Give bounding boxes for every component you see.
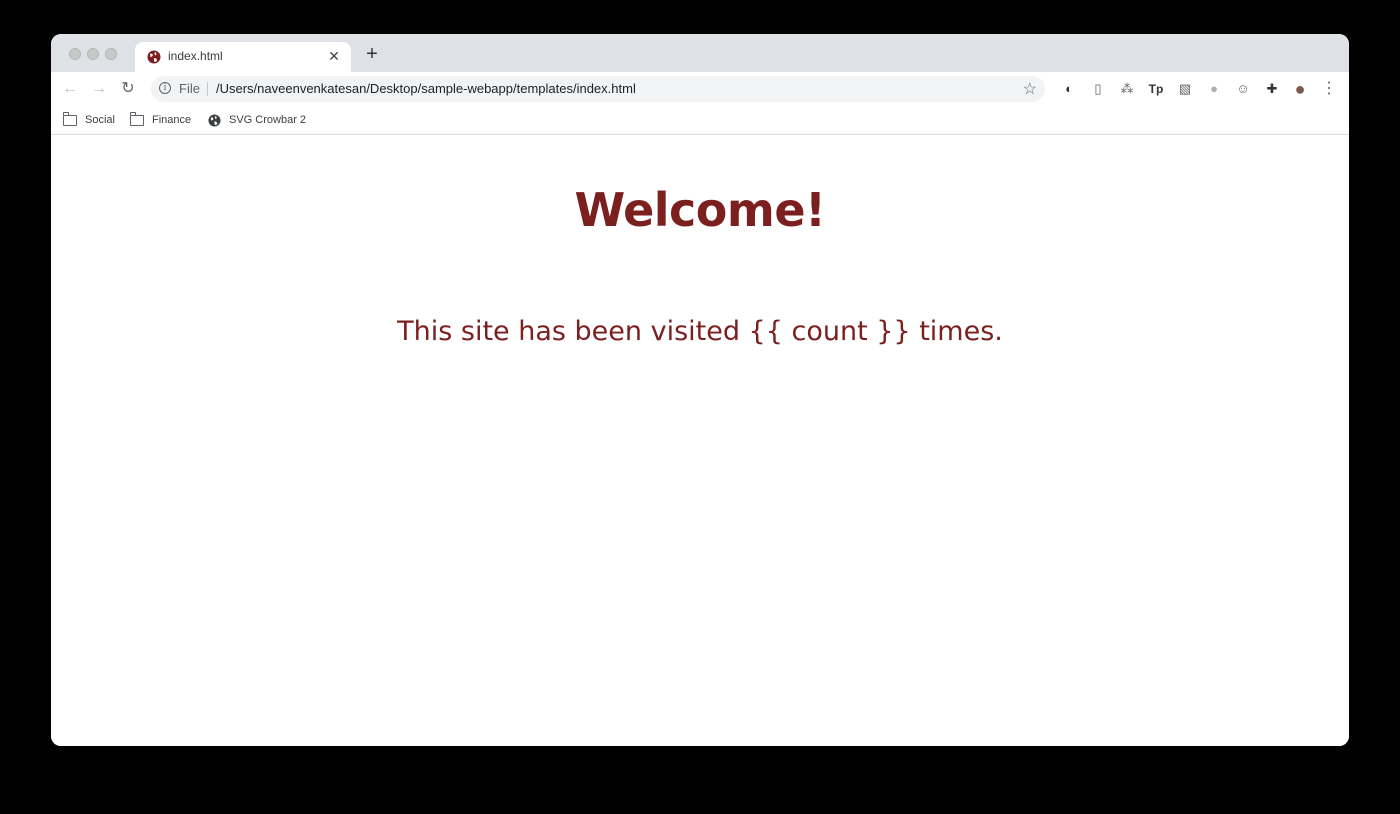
grid-extension-icon[interactable]: ▧ [1176,80,1194,98]
bookmarks-bar: Social Finance SVG Crowbar 2 [51,106,1349,135]
bookmark-label: Social [85,114,115,126]
shield-extension-icon[interactable]: ◐ [1060,80,1078,98]
globe-icon [147,50,161,64]
toolbar: ← → ↻ i File /Users/naveenvenkatesan/Des… [51,72,1349,106]
bookmark-label: Finance [152,114,192,126]
window-zoom-button[interactable] [105,48,117,60]
info-icon[interactable]: i [159,82,171,94]
tab-close-icon[interactable]: ✕ [327,49,341,63]
folder-icon [129,111,144,126]
globe-icon [208,113,221,127]
translate-extension-icon[interactable]: ⁂ [1118,80,1136,98]
bookmark-finance[interactable]: Finance [129,111,192,129]
bookmark-svg-crowbar[interactable]: SVG Crowbar 2 [208,111,306,129]
bookmark-social[interactable]: Social [62,111,115,129]
forward-button[interactable]: → [89,79,109,99]
scheme-label: File [179,81,200,96]
browser-window: index.html ✕ + ← → ↻ i File /Users/navee… [51,34,1349,746]
bookmark-label: SVG Crowbar 2 [229,114,307,126]
active-tab[interactable]: index.html ✕ [135,42,351,72]
folder-icon [62,111,77,126]
tp-extension-icon[interactable]: Tp [1147,80,1165,98]
bookmark-star-icon[interactable]: ☆ [1023,79,1037,99]
document-extension-icon[interactable]: ▯ [1089,80,1107,98]
page-heading: Welcome! [574,183,826,237]
back-button[interactable]: ← [60,79,80,99]
puzzle-extension-icon[interactable]: ✚ [1263,80,1281,98]
profile-avatar-icon[interactable]: ● [1291,80,1309,98]
reload-button[interactable]: ↻ [118,79,138,99]
new-tab-button[interactable]: + [362,44,382,64]
omnibox-divider [207,82,208,96]
window-minimize-button[interactable] [87,48,99,60]
visit-count-text: This site has been visited {{ count }} t… [397,316,1003,347]
tab-title: index.html [168,49,223,63]
url-text[interactable]: /Users/naveenvenkatesan/Desktop/sample-w… [216,81,636,96]
address-bar[interactable]: i File /Users/naveenvenkatesan/Desktop/s… [151,76,1045,102]
tab-strip: index.html ✕ + [51,34,1349,72]
window-close-button[interactable] [69,48,81,60]
face-extension-icon[interactable]: ☺ [1234,80,1252,98]
page-viewport: Welcome! This site has been visited {{ c… [51,135,1349,746]
menu-icon[interactable]: ⋮ [1320,80,1338,98]
circle-extension-icon[interactable]: ● [1205,80,1223,98]
